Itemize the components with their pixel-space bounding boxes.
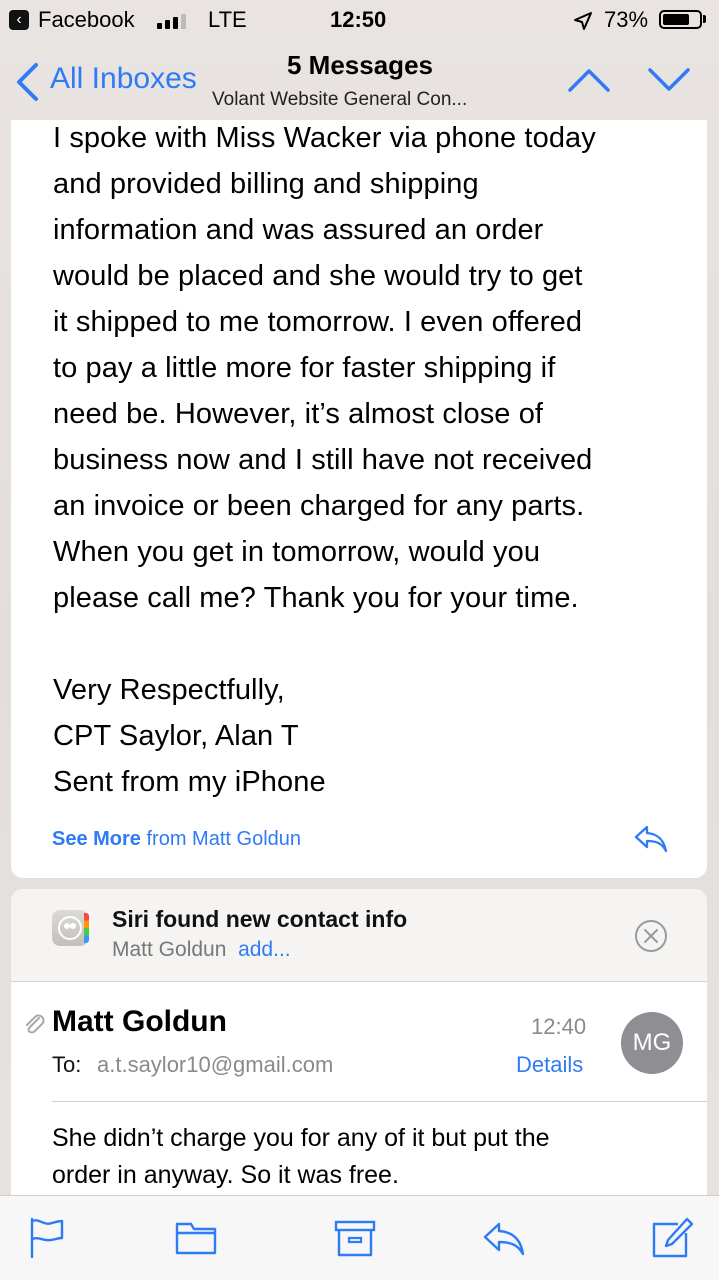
suggested-contact-name: Matt Goldun bbox=[112, 938, 227, 961]
flag-icon[interactable] bbox=[26, 1216, 70, 1260]
reply-icon[interactable] bbox=[633, 824, 669, 854]
message-body-line: it shipped to me tomorrow. I even offere… bbox=[53, 306, 583, 338]
battery-percent: 73% bbox=[604, 7, 649, 32]
archive-icon[interactable] bbox=[333, 1216, 377, 1260]
message-body-line: please call me? Thank you for your time. bbox=[53, 582, 579, 614]
battery-cap bbox=[703, 15, 706, 23]
message-body-line: need be. However, it’s almost close of bbox=[53, 398, 544, 430]
signature-line: CPT Saylor, Alan T bbox=[53, 720, 299, 752]
navigation-bar: All Inboxes 5 Messages Volant Website Ge… bbox=[0, 40, 719, 120]
signature-line: Sent from my iPhone bbox=[53, 766, 326, 798]
see-more-link[interactable]: See More from Matt Goldun bbox=[52, 828, 301, 851]
message-body-line: order in anyway. So it was free. bbox=[52, 1161, 399, 1189]
chevron-down-icon bbox=[648, 68, 690, 91]
contacts-app-icon-tab bbox=[84, 913, 89, 943]
reply-icon[interactable] bbox=[482, 1216, 526, 1260]
signature-line: Very Respectfully, bbox=[53, 674, 285, 706]
message-card-1: I spoke with Miss Wacker via phone today… bbox=[11, 120, 707, 878]
see-more-from: from Matt Goldun bbox=[146, 828, 302, 850]
signal-strength-icon bbox=[157, 13, 191, 29]
next-message-button[interactable] bbox=[645, 58, 693, 102]
clock: 12:50 bbox=[330, 7, 387, 32]
message-body-line: I spoke with Miss Wacker via phone today bbox=[53, 122, 596, 154]
message-body-line: to pay a little more for faster shipping… bbox=[53, 352, 556, 384]
message-body-line: and provided billing and shipping bbox=[53, 168, 479, 200]
thread-title: 5 Messages bbox=[287, 50, 433, 80]
folder-icon[interactable] bbox=[174, 1216, 218, 1260]
location-arrow-icon bbox=[574, 12, 592, 30]
bottom-toolbar bbox=[0, 1195, 719, 1280]
sender-name: Matt Goldun bbox=[52, 1005, 227, 1038]
battery-icon bbox=[659, 10, 702, 29]
message-body-line: would be placed and she would try to get bbox=[53, 260, 583, 292]
contacts-app-icon bbox=[52, 910, 88, 946]
see-more-label: See More bbox=[52, 828, 141, 850]
to-label: To: bbox=[52, 1052, 82, 1077]
back-label: All Inboxes bbox=[50, 62, 197, 95]
header-divider bbox=[52, 1101, 707, 1102]
message-body-line: She didn’t charge you for any of it but … bbox=[52, 1124, 550, 1152]
message-body-line: an invoice or been charged for any parts… bbox=[53, 490, 585, 522]
details-link[interactable]: Details bbox=[516, 1052, 583, 1078]
back-to-app-label[interactable]: Facebook bbox=[38, 7, 135, 33]
chevron-left-icon bbox=[17, 63, 38, 101]
message-body-line: information and was assured an order bbox=[53, 214, 544, 246]
status-bar: ‹ Facebook LTE 12:50 73% bbox=[0, 0, 719, 40]
message-time: 12:40 bbox=[531, 1014, 587, 1039]
previous-message-button[interactable] bbox=[565, 58, 613, 102]
message-body-line: When you get in tomorrow, would you bbox=[53, 536, 541, 568]
siri-suggestion-banner: Siri found new contact info Matt Goldun … bbox=[11, 889, 707, 982]
thread-subtitle: Volant Website General Con... bbox=[212, 89, 468, 110]
siri-suggestion-contact: Matt Goldun add... bbox=[112, 938, 291, 962]
message-card-2: Siri found new contact info Matt Goldun … bbox=[11, 889, 707, 1199]
all-inboxes-back-button[interactable]: All Inboxes bbox=[14, 58, 224, 102]
contact-silhouette-icon bbox=[58, 916, 82, 940]
network-type: LTE bbox=[208, 7, 247, 32]
chevron-up-icon bbox=[568, 69, 610, 92]
message-body-line: business now and I still have not receiv… bbox=[53, 444, 593, 476]
siri-suggestion-title: Siri found new contact info bbox=[112, 906, 408, 932]
recipient-address[interactable]: a.t.saylor10@gmail.com bbox=[97, 1052, 333, 1078]
back-to-app-icon[interactable]: ‹ bbox=[9, 10, 29, 30]
avatar[interactable]: MG bbox=[621, 1012, 683, 1074]
attachment-paperclip-icon bbox=[26, 1014, 45, 1034]
close-icon[interactable] bbox=[634, 919, 668, 953]
add-contact-link[interactable]: add... bbox=[238, 938, 291, 961]
compose-icon[interactable] bbox=[650, 1216, 694, 1260]
